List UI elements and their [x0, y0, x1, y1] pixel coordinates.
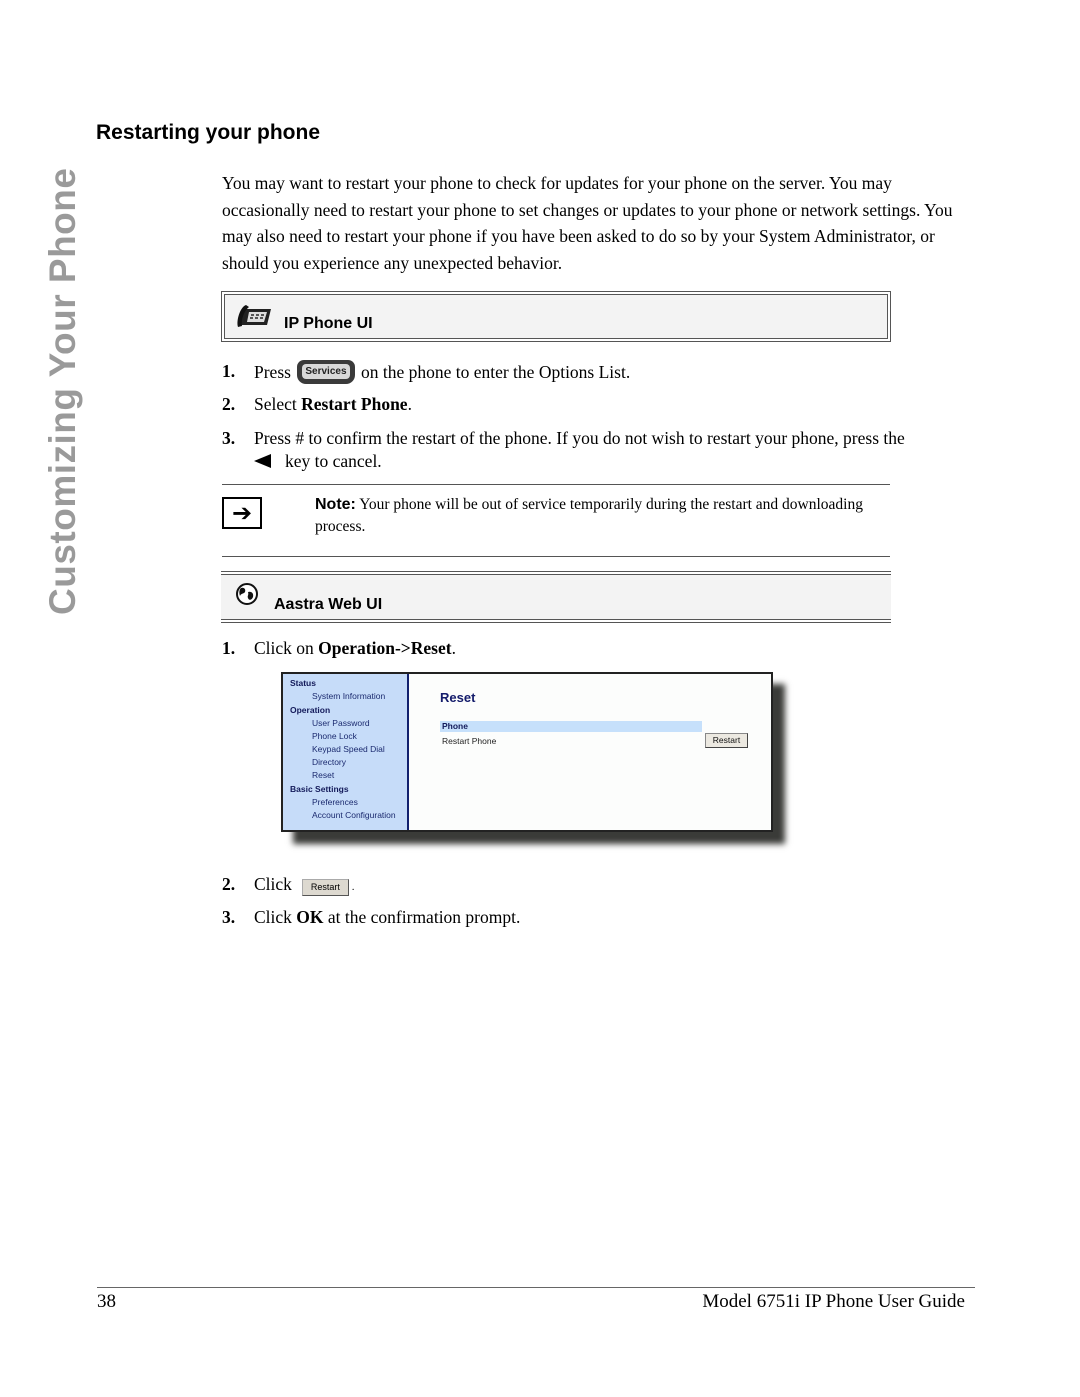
note-bottom-rule: [222, 556, 890, 557]
restart-button[interactable]: Restart: [705, 733, 748, 748]
nav-header-operation[interactable]: Operation: [290, 705, 330, 715]
step-number: 1.: [222, 361, 236, 381]
step-number: 2.: [222, 874, 236, 894]
nav-item-account-configuration[interactable]: Account Configuration: [312, 810, 396, 820]
step-number: 2.: [222, 394, 236, 414]
step-number: 3.: [222, 907, 236, 927]
section-title: Restarting your phone: [96, 121, 321, 144]
step-text: .: [351, 882, 355, 893]
step-number: 1.: [222, 638, 236, 658]
web-ui-nav: Status System Information Operation User…: [283, 674, 409, 830]
globe-icon: [236, 583, 258, 605]
intro-paragraph: You may want to restart your phone to ch…: [222, 173, 953, 273]
nav-item-reset[interactable]: Reset: [312, 770, 334, 780]
step-emphasis: OK: [296, 907, 324, 927]
page-number: 38: [97, 1291, 116, 1312]
aastra-web-ui-header: Aastra Web UI: [221, 571, 891, 623]
ip-step-3: 3. Press # to confirm the restart of the…: [222, 427, 982, 475]
step-text: .: [407, 394, 412, 414]
note-label: Note:: [315, 496, 356, 513]
step-text: key to cancel.: [285, 451, 382, 471]
web-ui-screenshot: Status System Information Operation User…: [281, 672, 773, 832]
services-key-icon: Services: [296, 360, 355, 384]
web-step-2: 2. Click Restart.: [222, 873, 982, 899]
step-emphasis: Operation->Reset: [318, 638, 452, 658]
footer-rule: [97, 1287, 975, 1288]
nav-item-preferences[interactable]: Preferences: [312, 797, 358, 807]
step-text: on the phone to enter the Options List.: [360, 362, 631, 383]
note: Note: Your phone will be out of service …: [315, 494, 875, 538]
arrow-right-icon: ➔: [222, 497, 262, 529]
ip-step-2: 2. Select Restart Phone.: [222, 393, 982, 417]
nav-header-basic-settings[interactable]: Basic Settings: [290, 784, 349, 794]
step-text: .: [451, 638, 456, 658]
nav-item-phone-lock[interactable]: Phone Lock: [312, 731, 357, 741]
step-text: Press: [254, 362, 291, 383]
step-text: Click: [254, 874, 292, 894]
step-text: Click on: [254, 638, 319, 658]
divider: [221, 619, 891, 623]
ip-phone-ui-label: IP Phone UI: [284, 315, 373, 332]
web-ui-row-label: Restart Phone: [442, 736, 497, 746]
left-arrow-key-icon: [254, 454, 271, 469]
restart-button-image: Restart: [301, 879, 349, 897]
note-text: Your phone will be out of service tempor…: [315, 496, 863, 535]
step-emphasis: Restart Phone: [301, 394, 408, 414]
step-text: Select: [254, 394, 302, 414]
aastra-web-ui-label: Aastra Web UI: [274, 596, 383, 613]
web-step-3: 3. Click OK at the confirmation prompt.: [222, 906, 982, 930]
step-text: Click: [254, 907, 297, 927]
desk-phone-icon: [237, 305, 271, 327]
step-number: 3.: [222, 428, 236, 448]
nav-item-keypad-speed-dial[interactable]: Keypad Speed Dial: [312, 744, 385, 754]
note-top-rule: [222, 484, 890, 485]
ip-step-1: 1. Press Services on the phone to enter th…: [222, 360, 982, 386]
document-title: Model 6751i IP Phone User Guide: [702, 1291, 965, 1312]
chapter-side-tab: Customizing Your Phone: [42, 167, 83, 615]
web-ui-page-title: Reset: [440, 690, 476, 705]
ip-phone-ui-header: IP Phone UI: [221, 291, 891, 342]
nav-item-system-information[interactable]: System Information: [312, 691, 385, 701]
step-text: at the confirmation prompt.: [323, 907, 521, 927]
nav-item-directory[interactable]: Directory: [312, 757, 346, 767]
nav-item-user-password[interactable]: User Password: [312, 718, 370, 728]
web-step-1: 1. Click on Operation->Reset.: [222, 637, 982, 661]
nav-header-status[interactable]: Status: [290, 678, 316, 688]
step-text: Press # to confirm the restart of the ph…: [254, 428, 905, 448]
web-ui-section-header: Phone: [440, 721, 702, 732]
